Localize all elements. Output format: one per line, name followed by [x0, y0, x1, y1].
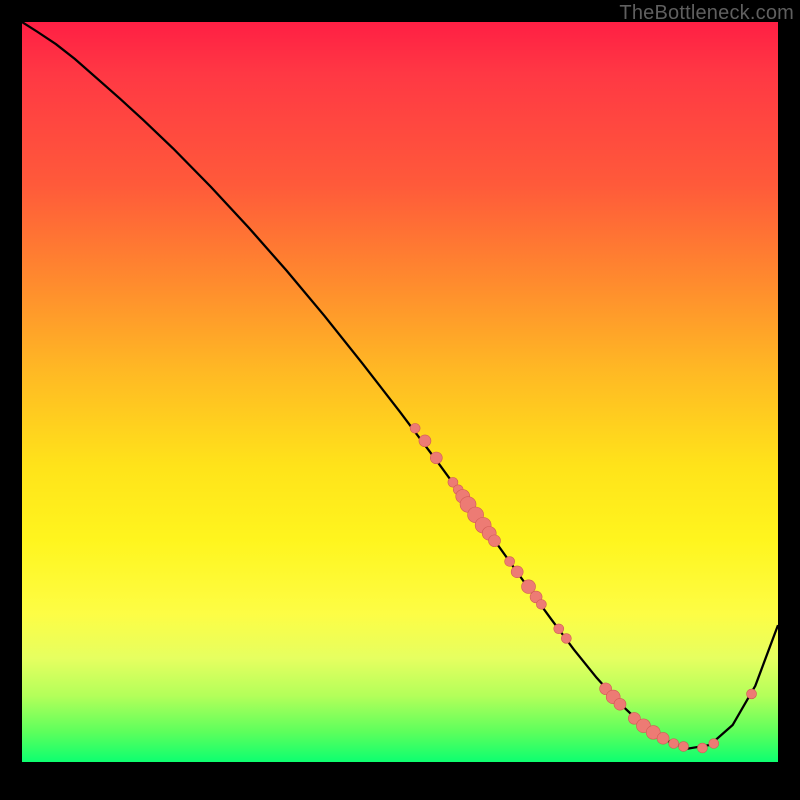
highlighted-points — [410, 423, 756, 752]
data-point — [697, 743, 707, 753]
data-point — [430, 452, 442, 464]
data-point — [419, 435, 431, 447]
data-point — [709, 739, 719, 749]
data-point — [614, 698, 626, 710]
data-point — [669, 739, 679, 749]
data-point — [505, 557, 515, 567]
data-point — [511, 566, 523, 578]
chart-area — [22, 22, 778, 762]
data-point — [747, 689, 757, 699]
data-point — [536, 599, 546, 609]
data-point — [554, 624, 564, 634]
data-point — [410, 423, 420, 433]
stage: TheBottleneck.com — [0, 0, 800, 800]
data-point — [488, 535, 500, 547]
data-point — [561, 634, 571, 644]
chart-svg — [22, 22, 778, 762]
data-point — [679, 742, 689, 752]
bottleneck-curve — [22, 22, 778, 749]
data-point — [657, 732, 669, 744]
